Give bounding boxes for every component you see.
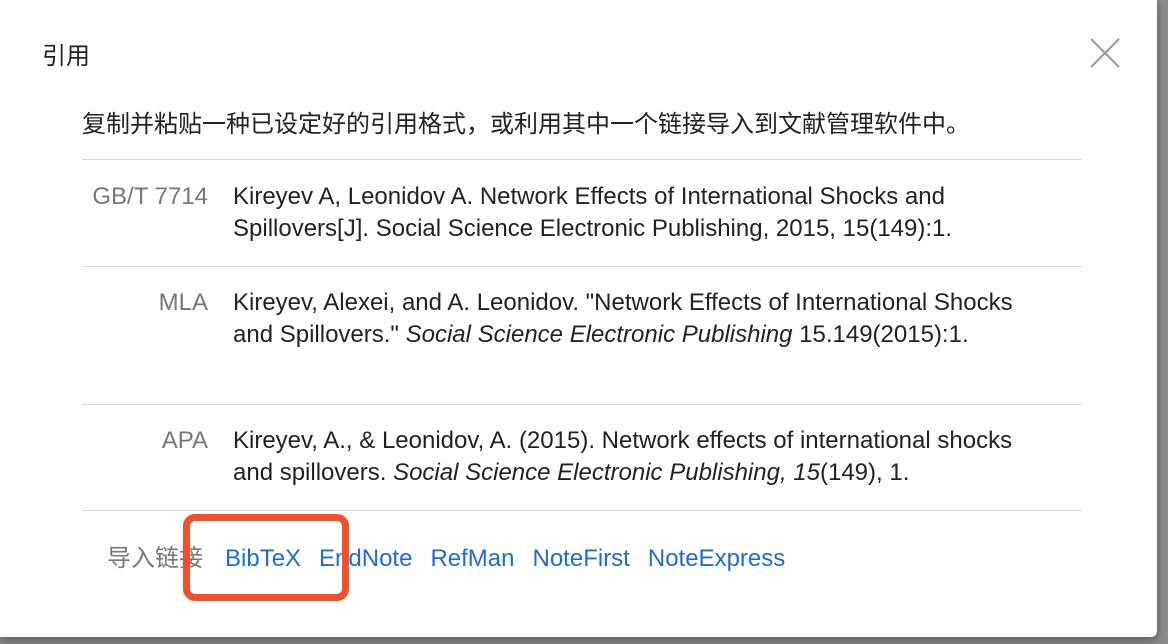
import-link-endnote[interactable]: EndNote (319, 545, 412, 572)
dialog-intro: 复制并粘贴一种已设定好的引用格式，或利用其中一个链接导入到文献管理软件中。 (82, 111, 970, 138)
dialog-title: 引用 (42, 43, 90, 70)
divider (82, 159, 1082, 160)
citation-format-label: MLA (158, 289, 208, 316)
close-button[interactable] (1088, 36, 1122, 70)
import-link-notefirst[interactable]: NoteFirst (533, 545, 630, 572)
citation-format-label: APA (161, 427, 208, 454)
citation-format-label: GB/T 7714 (92, 183, 208, 210)
import-link-bibtex[interactable]: BibTeX (225, 545, 301, 572)
divider (82, 510, 1082, 511)
citation-journal: Social Science Electronic Publishing (405, 321, 793, 348)
citation-text[interactable]: Kireyev, Alexei, and A. Leonidov. "Netwo… (233, 287, 1013, 351)
divider (82, 404, 1082, 405)
close-icon (1090, 38, 1120, 68)
citation-text-part: 15.149(2015):1. (792, 321, 969, 348)
citation-text-part: (149), 1. (819, 459, 910, 486)
import-link-refman[interactable]: RefMan (430, 545, 514, 572)
divider (82, 266, 1082, 267)
import-links-row: 导入链接 BibTeX EndNote RefMan NoteFirst NoteExpr… (107, 543, 803, 575)
citation-dialog: 引用 复制并粘贴一种已设定好的引用格式，或利用其中一个链接导入到文献管理软件中。… (0, 0, 1157, 637)
citation-journal: Social Science Electronic Publishing, 15 (393, 459, 820, 486)
citation-text-part: Kireyev A, Leonidov A. Network Effects o… (233, 183, 953, 242)
import-label: 导入链接 (107, 545, 203, 572)
citation-text[interactable]: Kireyev, A., & Leonidov, A. (2015). Netw… (233, 425, 1033, 489)
citation-text[interactable]: Kireyev A, Leonidov A. Network Effects o… (233, 181, 1033, 245)
import-link-noteexpress[interactable]: NoteExpress (648, 545, 785, 572)
